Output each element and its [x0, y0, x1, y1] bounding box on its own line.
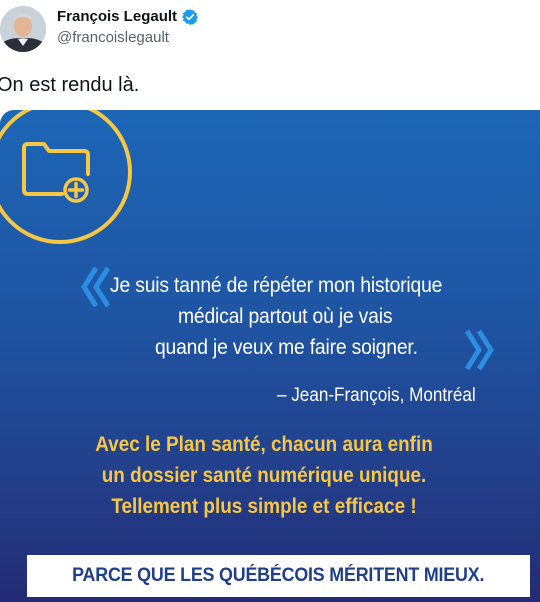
quote-attribution: – Jean-François, Montréal [277, 385, 476, 406]
open-quote-icon [81, 266, 111, 308]
tweet-media-image[interactable]: Je suis tanné de répéter mon historique … [0, 110, 540, 602]
author-name[interactable]: François Legault [57, 8, 177, 26]
highlight-line-1: Avec le Plan santé, chacun aura enfin [95, 433, 433, 456]
verified-badge-icon [181, 8, 199, 26]
tweet-header: François Legault @francoislegault [0, 0, 540, 62]
author-name-row: François Legault [57, 8, 199, 26]
slogan-text: PARCE QUE LES QUÉBÉCOIS MÉRITENT MIEUX. [72, 565, 485, 586]
circle-outline-icon [0, 110, 132, 244]
highlight-line-3: Tellement plus simple et efficace ! [111, 495, 417, 518]
quote-line-2: médical partout où je vais [178, 305, 393, 328]
tweet-text: On est rendu là. [0, 74, 140, 96]
slogan-banner: PARCE QUE LES QUÉBÉCOIS MÉRITENT MIEUX. [27, 555, 530, 597]
folder-plus-icon [22, 142, 90, 203]
tweet: François Legault @francoislegault On est… [0, 0, 540, 602]
avatar[interactable] [0, 6, 46, 52]
author-handle[interactable]: @francoislegault [57, 29, 169, 47]
quote-line-1: Je suis tanné de répéter mon historique [110, 274, 443, 297]
highlight-line-2: un dossier santé numérique unique. [101, 464, 427, 487]
close-quote-icon [464, 329, 494, 371]
avatar-image [0, 6, 46, 52]
quote-line-3: quand je veux me faire soigner. [155, 336, 418, 359]
